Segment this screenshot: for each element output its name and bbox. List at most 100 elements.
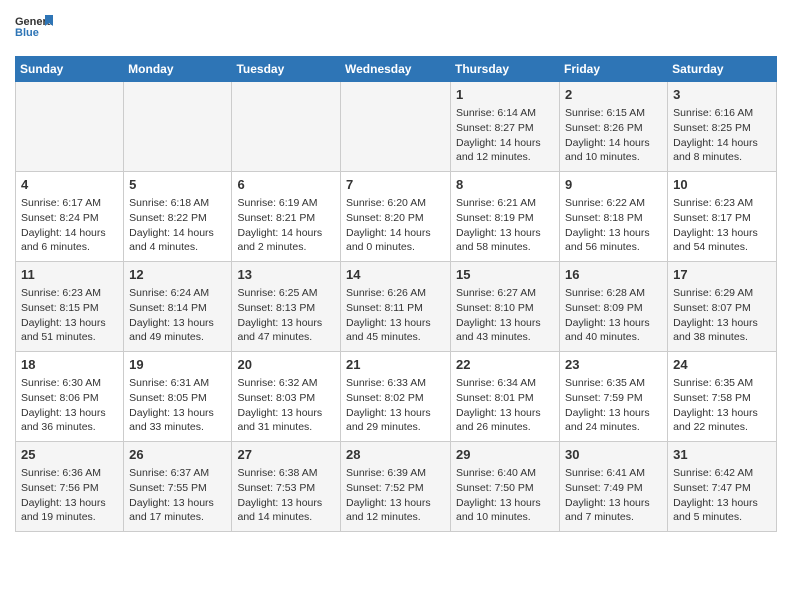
calendar-day-31: 31 Sunrise: 6:42 AM Sunset: 7:47 PM Dayli… [668, 442, 777, 532]
day-info: Sunrise: 6:26 AM Sunset: 8:11 PM Dayligh… [346, 286, 445, 345]
weekday-saturday: Saturday [668, 57, 777, 82]
calendar-day-5: 5 Sunrise: 6:18 AM Sunset: 8:22 PM Daylig… [124, 172, 232, 262]
day-number: 12 [129, 266, 226, 284]
day-number: 22 [456, 356, 554, 374]
calendar-day-empty [232, 82, 341, 172]
weekday-sunday: Sunday [16, 57, 124, 82]
day-info: Sunrise: 6:40 AM Sunset: 7:50 PM Dayligh… [456, 466, 554, 525]
day-info: Sunrise: 6:35 AM Sunset: 7:59 PM Dayligh… [565, 376, 662, 435]
day-info: Sunrise: 6:20 AM Sunset: 8:20 PM Dayligh… [346, 196, 445, 255]
day-info: Sunrise: 6:25 AM Sunset: 8:13 PM Dayligh… [237, 286, 335, 345]
calendar-day-10: 10 Sunrise: 6:23 AM Sunset: 8:17 PM Dayli… [668, 172, 777, 262]
calendar-day-25: 25 Sunrise: 6:36 AM Sunset: 7:56 PM Dayli… [16, 442, 124, 532]
day-number: 3 [673, 86, 771, 104]
day-info: Sunrise: 6:27 AM Sunset: 8:10 PM Dayligh… [456, 286, 554, 345]
day-number: 6 [237, 176, 335, 194]
calendar-day-23: 23 Sunrise: 6:35 AM Sunset: 7:59 PM Dayli… [560, 352, 668, 442]
day-info: Sunrise: 6:29 AM Sunset: 8:07 PM Dayligh… [673, 286, 771, 345]
day-number: 31 [673, 446, 771, 464]
day-number: 24 [673, 356, 771, 374]
day-number: 7 [346, 176, 445, 194]
calendar-day-21: 21Sunrise: 6:33 AM Sunset: 8:02 PM Dayli… [341, 352, 451, 442]
day-number: 8 [456, 176, 554, 194]
calendar-day-empty [16, 82, 124, 172]
weekday-tuesday: Tuesday [232, 57, 341, 82]
day-number: 30 [565, 446, 662, 464]
day-info: Sunrise: 6:14 AM Sunset: 8:27 PM Dayligh… [456, 106, 554, 165]
calendar-day-22: 22 Sunrise: 6:34 AM Sunset: 8:01 PM Dayli… [451, 352, 560, 442]
calendar-day-16: 16 Sunrise: 6:28 AM Sunset: 8:09 PM Dayli… [560, 262, 668, 352]
calendar-day-18: 18 Sunrise: 6:30 AM Sunset: 8:06 PM Dayli… [16, 352, 124, 442]
day-number: 4 [21, 176, 118, 194]
day-info: Sunrise: 6:34 AM Sunset: 8:01 PM Dayligh… [456, 376, 554, 435]
calendar-day-20: 20 Sunrise: 6:32 AM Sunset: 8:03 PM Dayli… [232, 352, 341, 442]
day-number: 11 [21, 266, 118, 284]
page-header: GeneralBlue [15, 10, 777, 48]
day-info: Sunrise: 6:35 AM Sunset: 7:58 PM Dayligh… [673, 376, 771, 435]
day-number: 17 [673, 266, 771, 284]
calendar-day-28: 28 Sunrise: 6:39 AM Sunset: 7:52 PM Dayli… [341, 442, 451, 532]
calendar-week-5: 25 Sunrise: 6:36 AM Sunset: 7:56 PM Dayli… [16, 442, 777, 532]
day-number: 9 [565, 176, 662, 194]
calendar-day-3: 3 Sunrise: 6:16 AM Sunset: 8:25 PM Daylig… [668, 82, 777, 172]
calendar-day-8: 8 Sunrise: 6:21 AM Sunset: 8:19 PM Daylig… [451, 172, 560, 262]
day-info: Sunrise: 6:21 AM Sunset: 8:19 PM Dayligh… [456, 196, 554, 255]
day-number: 18 [21, 356, 118, 374]
calendar-day-empty [124, 82, 232, 172]
day-info: Sunrise: 6:39 AM Sunset: 7:52 PM Dayligh… [346, 466, 445, 525]
calendar-day-2: 2Sunrise: 6:15 AM Sunset: 8:26 PM Daylig… [560, 82, 668, 172]
calendar-day-30: 30 Sunrise: 6:41 AM Sunset: 7:49 PM Dayli… [560, 442, 668, 532]
day-number: 16 [565, 266, 662, 284]
calendar-day-7: 7 Sunrise: 6:20 AM Sunset: 8:20 PM Daylig… [341, 172, 451, 262]
weekday-header-row: SundayMondayTuesdayWednesdayThursdayFrid… [16, 57, 777, 82]
day-info: Sunrise: 6:22 AM Sunset: 8:18 PM Dayligh… [565, 196, 662, 255]
weekday-thursday: Thursday [451, 57, 560, 82]
day-info: Sunrise: 6:37 AM Sunset: 7:55 PM Dayligh… [129, 466, 226, 525]
day-info: Sunrise: 6:36 AM Sunset: 7:56 PM Dayligh… [21, 466, 118, 525]
day-info: Sunrise: 6:28 AM Sunset: 8:09 PM Dayligh… [565, 286, 662, 345]
calendar-day-9: 9 Sunrise: 6:22 AM Sunset: 8:18 PM Daylig… [560, 172, 668, 262]
day-info: Sunrise: 6:41 AM Sunset: 7:49 PM Dayligh… [565, 466, 662, 525]
day-info: Sunrise: 6:16 AM Sunset: 8:25 PM Dayligh… [673, 106, 771, 165]
day-info: Sunrise: 6:32 AM Sunset: 8:03 PM Dayligh… [237, 376, 335, 435]
calendar-day-empty [341, 82, 451, 172]
calendar-day-26: 26 Sunrise: 6:37 AM Sunset: 7:55 PM Dayli… [124, 442, 232, 532]
day-number: 26 [129, 446, 226, 464]
weekday-friday: Friday [560, 57, 668, 82]
svg-text:Blue: Blue [15, 27, 39, 39]
calendar-day-12: 12 Sunrise: 6:24 AM Sunset: 8:14 PM Dayli… [124, 262, 232, 352]
calendar-day-6: 6 Sunrise: 6:19 AM Sunset: 8:21 PM Daylig… [232, 172, 341, 262]
calendar-week-2: 4Sunrise: 6:17 AM Sunset: 8:24 PM Daylig… [16, 172, 777, 262]
day-info: Sunrise: 6:38 AM Sunset: 7:53 PM Dayligh… [237, 466, 335, 525]
day-info: Sunrise: 6:23 AM Sunset: 8:17 PM Dayligh… [673, 196, 771, 255]
day-number: 23 [565, 356, 662, 374]
day-info: Sunrise: 6:42 AM Sunset: 7:47 PM Dayligh… [673, 466, 771, 525]
day-number: 29 [456, 446, 554, 464]
day-info: Sunrise: 6:23 AM Sunset: 8:15 PM Dayligh… [21, 286, 118, 345]
logo-icon: GeneralBlue [15, 10, 53, 48]
calendar-week-4: 18 Sunrise: 6:30 AM Sunset: 8:06 PM Dayli… [16, 352, 777, 442]
day-number: 15 [456, 266, 554, 284]
day-info: Sunrise: 6:24 AM Sunset: 8:14 PM Dayligh… [129, 286, 226, 345]
day-number: 21 [346, 356, 445, 374]
calendar-day-19: 19Sunrise: 6:31 AM Sunset: 8:05 PM Dayli… [124, 352, 232, 442]
calendar-day-4: 4Sunrise: 6:17 AM Sunset: 8:24 PM Daylig… [16, 172, 124, 262]
day-info: Sunrise: 6:19 AM Sunset: 8:21 PM Dayligh… [237, 196, 335, 255]
calendar-week-3: 11 Sunrise: 6:23 AM Sunset: 8:15 PM Dayli… [16, 262, 777, 352]
day-info: Sunrise: 6:18 AM Sunset: 8:22 PM Dayligh… [129, 196, 226, 255]
day-number: 20 [237, 356, 335, 374]
day-info: Sunrise: 6:31 AM Sunset: 8:05 PM Dayligh… [129, 376, 226, 435]
day-info: Sunrise: 6:30 AM Sunset: 8:06 PM Dayligh… [21, 376, 118, 435]
calendar-day-29: 29 Sunrise: 6:40 AM Sunset: 7:50 PM Dayli… [451, 442, 560, 532]
calendar-day-17: 17 Sunrise: 6:29 AM Sunset: 8:07 PM Dayli… [668, 262, 777, 352]
weekday-wednesday: Wednesday [341, 57, 451, 82]
day-number: 1 [456, 86, 554, 104]
day-number: 25 [21, 446, 118, 464]
day-number: 13 [237, 266, 335, 284]
day-number: 10 [673, 176, 771, 194]
calendar-day-24: 24 Sunrise: 6:35 AM Sunset: 7:58 PM Dayli… [668, 352, 777, 442]
day-number: 28 [346, 446, 445, 464]
logo: GeneralBlue [15, 10, 53, 48]
calendar-table: SundayMondayTuesdayWednesdayThursdayFrid… [15, 56, 777, 532]
day-number: 5 [129, 176, 226, 194]
